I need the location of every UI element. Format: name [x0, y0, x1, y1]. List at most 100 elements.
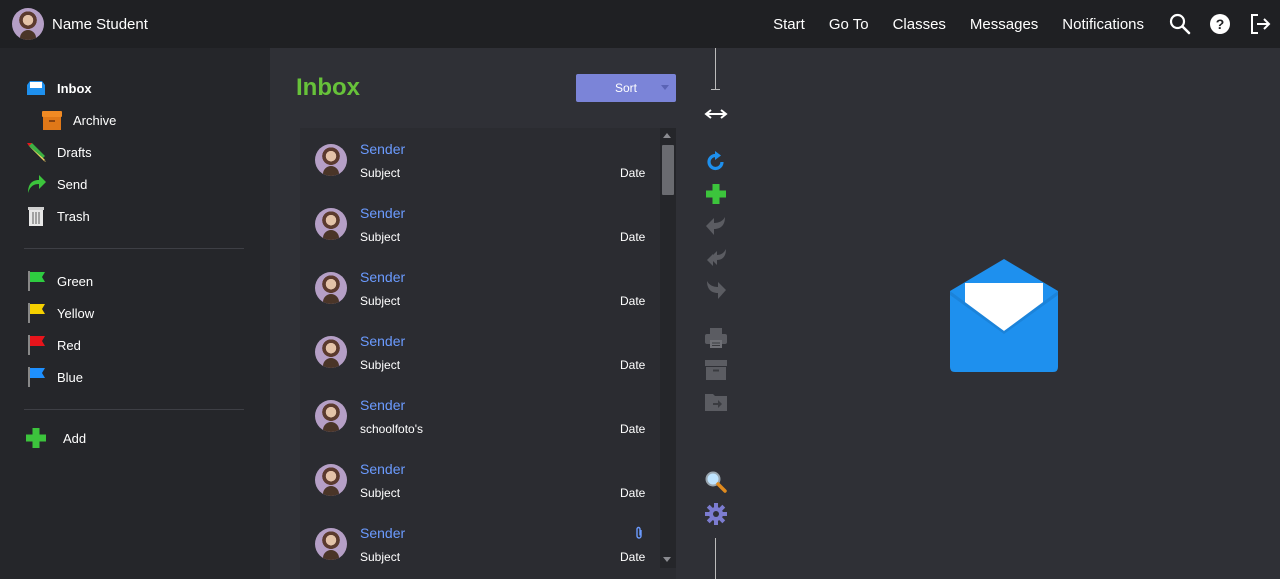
- new-message-icon[interactable]: [704, 182, 728, 206]
- message-subject: Subject: [360, 486, 401, 500]
- message-subject: Subject: [360, 294, 401, 308]
- inbox-icon: [25, 77, 47, 99]
- trash-icon: [25, 205, 47, 227]
- sidebar-flag-blue[interactable]: Blue: [25, 365, 83, 389]
- sender-avatar: [315, 400, 347, 432]
- sort-button[interactable]: Sort: [576, 74, 676, 102]
- message-date: Date: [620, 294, 646, 308]
- send-arrow-icon: [25, 173, 47, 195]
- forward-icon[interactable]: [704, 278, 728, 302]
- sidebar-item-label: Send: [57, 176, 88, 192]
- message-subject: Subject: [360, 166, 401, 180]
- top-navigation: Start Go To Classes Messages Notificatio…: [773, 0, 1280, 48]
- message-subject: Subject: [360, 230, 401, 244]
- print-icon[interactable]: [704, 326, 728, 350]
- sender-avatar: [315, 144, 347, 176]
- message-subject: Subject: [360, 358, 401, 372]
- nav-notifications[interactable]: Notifications: [1062, 16, 1144, 33]
- move-to-folder-icon[interactable]: [704, 390, 728, 414]
- sender-avatar: [315, 464, 347, 496]
- sidebar-item-label: Red: [57, 337, 81, 353]
- search-icon[interactable]: [1168, 12, 1192, 36]
- paperclip-icon: [634, 526, 644, 540]
- message-row[interactable]: Sender schoolfoto's Date: [300, 384, 660, 448]
- message-list-scrollbar[interactable]: [660, 128, 676, 568]
- refresh-icon[interactable]: [704, 150, 728, 174]
- message-row[interactable]: Sender Subject Date: [300, 192, 660, 256]
- blue-flag-icon: [25, 366, 47, 388]
- message-date: Date: [620, 358, 646, 372]
- sidebar-item-label: Drafts: [57, 144, 92, 160]
- message-row[interactable]: Sender Subject Date: [300, 128, 660, 192]
- nav-classes[interactable]: Classes: [893, 16, 946, 33]
- sidebar-item-label: Trash: [57, 208, 90, 224]
- message-date: Date: [620, 422, 646, 436]
- sort-label: Sort: [614, 81, 637, 95]
- sender-avatar: [315, 272, 347, 304]
- message-date: Date: [620, 166, 646, 180]
- plus-icon: [25, 427, 47, 449]
- message-sender: Sender: [360, 269, 406, 285]
- message-subject: Subject: [360, 550, 401, 564]
- red-flag-icon: [25, 334, 47, 356]
- nav-messages[interactable]: Messages: [970, 16, 1038, 33]
- logout-icon[interactable]: [1248, 12, 1272, 36]
- sidebar-item-label: Green: [57, 273, 94, 289]
- reply-icon[interactable]: [704, 214, 728, 238]
- settings-gear-icon[interactable]: [704, 502, 728, 526]
- toolbar-divider-line: [715, 538, 716, 579]
- help-icon[interactable]: ?: [1208, 12, 1232, 36]
- sidebar-item-trash[interactable]: Trash: [25, 204, 90, 228]
- page-title: Inbox: [296, 74, 360, 101]
- sidebar-flag-yellow[interactable]: Yellow: [25, 301, 94, 325]
- user-profile[interactable]: Name Student: [12, 8, 148, 40]
- message-date: Date: [620, 486, 646, 500]
- sender-avatar: [315, 336, 347, 368]
- message-row[interactable]: Sender Subject Date: [300, 320, 660, 384]
- message-sender: Sender: [360, 461, 406, 477]
- resize-horizontal-icon[interactable]: [704, 102, 728, 126]
- yellow-flag-icon: [25, 302, 47, 324]
- toolbar-divider-cap: [711, 89, 720, 90]
- scroll-up-arrow-icon[interactable]: [663, 133, 671, 138]
- message-sender: Sender: [360, 333, 406, 349]
- sender-avatar: [315, 528, 347, 560]
- sidebar-item-label: Blue: [57, 369, 84, 385]
- message-list[interactable]: Sender Subject Date Sender Subject Date …: [300, 128, 676, 579]
- sidebar-item-archive[interactable]: Archive: [41, 108, 116, 132]
- scrollbar-thumb[interactable]: [662, 145, 674, 195]
- sidebar-flag-green[interactable]: Green: [25, 269, 93, 293]
- message-row[interactable]: Sender Subject Date: [300, 512, 660, 576]
- message-row[interactable]: Sender Subject Date: [300, 256, 660, 320]
- message-date: Date: [620, 550, 646, 564]
- add-folder-button[interactable]: Add: [25, 426, 86, 450]
- sidebar-item-inbox[interactable]: Inbox: [25, 76, 92, 100]
- message-sender: Sender: [360, 525, 406, 541]
- message-row[interactable]: Sender Subject Date: [300, 448, 660, 512]
- user-avatar[interactable]: [12, 8, 44, 40]
- nav-start[interactable]: Start: [773, 16, 805, 33]
- sidebar: Inbox Archive Drafts Send Trash Green Ye…: [0, 48, 270, 579]
- sidebar-item-drafts[interactable]: Drafts: [25, 140, 92, 164]
- archive-icon[interactable]: [704, 358, 728, 382]
- search-zoom-icon[interactable]: [704, 470, 728, 494]
- sender-avatar: [315, 208, 347, 240]
- message-sender: Sender: [360, 205, 406, 221]
- add-label: Add: [63, 430, 87, 446]
- nav-go-to[interactable]: Go To: [829, 16, 869, 33]
- message-subject: schoolfoto's: [360, 422, 423, 436]
- message-list-panel: Inbox Sort Sender Subject Date Sender Su…: [270, 48, 690, 579]
- user-name[interactable]: Name Student: [52, 16, 148, 33]
- archive-box-icon: [41, 109, 63, 131]
- sidebar-flag-red[interactable]: Red: [25, 333, 81, 357]
- message-sender: Sender: [360, 141, 406, 157]
- sidebar-divider: [24, 409, 244, 410]
- open-envelope-icon: [947, 259, 1061, 373]
- reply-all-icon[interactable]: [704, 246, 728, 270]
- sidebar-item-send[interactable]: Send: [25, 172, 87, 196]
- svg-text:?: ?: [1216, 16, 1225, 32]
- chevron-down-icon[interactable]: [661, 85, 669, 90]
- sidebar-item-label: Inbox: [57, 80, 92, 96]
- scroll-down-arrow-icon[interactable]: [663, 557, 671, 562]
- toolbar-divider-line: [715, 48, 716, 90]
